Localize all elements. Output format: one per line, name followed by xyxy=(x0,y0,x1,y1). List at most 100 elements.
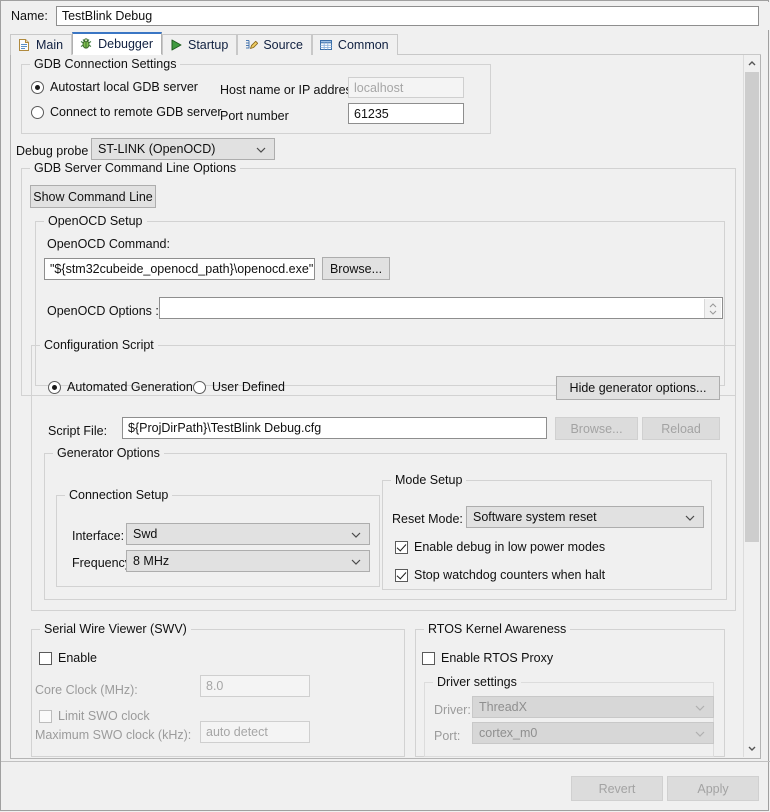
footer-separator xyxy=(1,761,770,762)
port-value: cortex_m0 xyxy=(479,726,538,740)
scrollbar-thumb[interactable] xyxy=(745,72,759,542)
tab-main-label: Main xyxy=(36,38,64,52)
driver-combo: ThreadX xyxy=(472,696,714,718)
reset-mode-label: Reset Mode: xyxy=(392,512,463,526)
port-number-label: Port number xyxy=(220,109,289,123)
swv-enable-label: Enable xyxy=(58,651,97,665)
openocd-command-browse-button[interactable]: Browse... xyxy=(322,257,390,280)
chevron-down-icon xyxy=(685,510,695,524)
checkbox-indicator xyxy=(39,709,52,723)
connect-remote-gdb-label: Connect to remote GDB server xyxy=(50,105,222,119)
driver-settings-title: Driver settings xyxy=(433,675,521,689)
configuration-script-title: Configuration Script xyxy=(40,338,158,352)
chevron-down-icon xyxy=(351,527,361,541)
openocd-command-label: OpenOCD Command: xyxy=(47,237,170,251)
document-icon xyxy=(17,38,31,52)
tab-debugger-label: Debugger xyxy=(98,37,153,51)
tab-source-label: Source xyxy=(263,38,303,52)
driver-value: ThreadX xyxy=(479,700,527,714)
scroll-down-button[interactable] xyxy=(744,740,760,757)
openocd-command-input[interactable]: "${stm32cubeide_openocd_path}\openocd.ex… xyxy=(44,258,315,280)
user-defined-label: User Defined xyxy=(212,380,285,394)
automated-generation-label: Automated Generation xyxy=(67,380,193,394)
chevron-down-icon xyxy=(695,700,705,714)
openocd-setup-title: OpenOCD Setup xyxy=(44,214,147,228)
core-clock-label: Core Clock (MHz): xyxy=(35,683,138,697)
interface-combo[interactable]: Swd xyxy=(126,523,370,545)
hide-generator-options-button[interactable]: Hide generator options... xyxy=(556,376,720,400)
show-command-line-button[interactable]: Show Command Line xyxy=(30,185,156,208)
stop-watchdog-label: Stop watchdog counters when halt xyxy=(414,568,606,582)
debug-probe-combo[interactable]: ST-LINK (OpenOCD) xyxy=(91,138,275,160)
port-label: Port: xyxy=(434,729,461,743)
tab-common-label: Common xyxy=(337,38,389,52)
tab-startup-label: Startup xyxy=(188,38,229,52)
checkbox-indicator xyxy=(39,651,52,665)
port-number-input[interactable]: 61235 xyxy=(348,103,464,124)
host-name-label: Host name or IP address xyxy=(220,83,359,97)
connection-setup-title: Connection Setup xyxy=(65,488,173,502)
stop-watchdog-checkbox[interactable]: Stop watchdog counters when halt xyxy=(395,568,605,582)
core-clock-input: 8.0 xyxy=(200,675,310,697)
tab-bar: Main Debugger Startup Source Common xyxy=(10,32,761,55)
debugger-panel: GDB Connection Settings Autostart local … xyxy=(10,55,761,759)
max-swo-clock-input: auto detect xyxy=(200,721,310,743)
tab-debugger[interactable]: Debugger xyxy=(72,32,162,55)
enable-rtos-proxy-checkbox[interactable]: Enable RTOS Proxy xyxy=(422,651,553,665)
automated-generation-radio[interactable]: Automated Generation xyxy=(48,380,193,394)
tab-filler xyxy=(397,33,761,55)
openocd-options-spinner[interactable] xyxy=(704,299,721,318)
chevron-down-icon xyxy=(256,142,266,156)
rtos-title: RTOS Kernel Awareness xyxy=(424,622,571,636)
interface-value: Swd xyxy=(133,527,158,541)
enable-rtos-proxy-label: Enable RTOS Proxy xyxy=(441,651,554,665)
radio-indicator xyxy=(31,105,44,119)
table-icon xyxy=(319,38,333,52)
driver-label: Driver: xyxy=(434,703,471,717)
name-label: Name: xyxy=(11,9,48,23)
vertical-scrollbar[interactable] xyxy=(743,55,760,757)
tab-startup[interactable]: Startup xyxy=(162,34,238,55)
bug-icon xyxy=(79,37,93,51)
port-combo: cortex_m0 xyxy=(472,722,714,744)
source-edit-icon xyxy=(244,38,259,52)
reset-mode-combo[interactable]: Software system reset xyxy=(466,506,704,528)
max-swo-clock-label: Maximum SWO clock (kHz): xyxy=(35,728,192,742)
autostart-local-gdb-label: Autostart local GDB server xyxy=(50,80,198,94)
script-file-input[interactable]: ${ProjDirPath}\TestBlink Debug.cfg xyxy=(122,417,547,439)
checkbox-indicator xyxy=(395,568,408,582)
tab-main[interactable]: Main xyxy=(10,34,73,55)
autostart-local-gdb-radio[interactable]: Autostart local GDB server xyxy=(31,80,198,94)
user-defined-radio[interactable]: User Defined xyxy=(193,380,285,394)
name-row: Name: TestBlink Debug xyxy=(2,2,769,30)
debug-probe-label: Debug probe xyxy=(16,144,89,158)
gdb-connection-settings-title: GDB Connection Settings xyxy=(30,57,181,71)
name-input[interactable]: TestBlink Debug xyxy=(55,6,759,26)
checkbox-indicator xyxy=(395,540,408,554)
openocd-options-input[interactable] xyxy=(159,297,723,319)
limit-swo-clock-checkbox: Limit SWO clock xyxy=(39,709,150,723)
chevron-down-icon xyxy=(351,554,361,568)
driver-settings-group: Driver settings xyxy=(424,675,714,757)
debugger-scroll-content: GDB Connection Settings Autostart local … xyxy=(11,55,745,757)
frequency-combo[interactable]: 8 MHz xyxy=(126,550,370,572)
tab-source[interactable]: Source xyxy=(237,34,312,55)
chevron-down-icon xyxy=(695,726,705,740)
connect-remote-gdb-radio[interactable]: Connect to remote GDB server xyxy=(31,105,222,119)
tab-common[interactable]: Common xyxy=(311,34,398,55)
script-file-reload-button: Reload xyxy=(642,417,720,440)
debug-probe-value: ST-LINK (OpenOCD) xyxy=(98,142,216,156)
swv-enable-checkbox[interactable]: Enable xyxy=(39,651,97,665)
enable-debug-low-power-label: Enable debug in low power modes xyxy=(414,540,606,554)
mode-setup-title: Mode Setup xyxy=(391,473,467,487)
play-icon xyxy=(169,38,183,52)
radio-indicator xyxy=(31,80,44,94)
enable-debug-low-power-checkbox[interactable]: Enable debug in low power modes xyxy=(395,540,605,554)
scroll-up-button[interactable] xyxy=(744,55,760,72)
host-name-input[interactable]: localhost xyxy=(348,77,464,98)
generator-options-title: Generator Options xyxy=(53,446,164,460)
apply-button: Apply xyxy=(667,776,759,801)
radio-indicator xyxy=(193,380,206,394)
dialog-window: Name: TestBlink Debug Main Debugger Star… xyxy=(0,0,770,811)
openocd-options-label: OpenOCD Options : xyxy=(47,304,159,318)
